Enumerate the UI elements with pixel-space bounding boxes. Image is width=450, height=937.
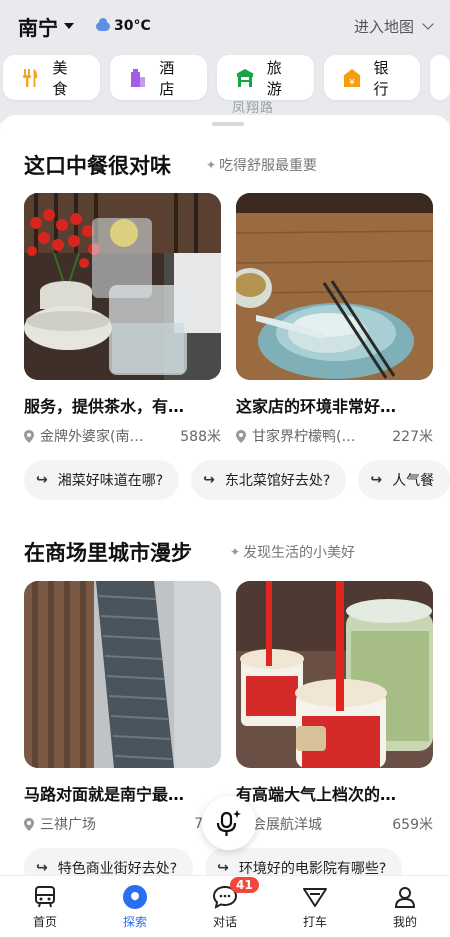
category-bar: 美食 酒店 旅游 ¥ 银行	[3, 55, 450, 100]
category-food[interactable]: 美食	[3, 55, 100, 100]
card-image	[236, 581, 433, 768]
nav-taxi[interactable]: 打车	[270, 876, 360, 937]
enter-map-label: 进入地图	[353, 17, 414, 36]
recommend-card[interactable]: 这家店的环境非常好… 甘家界柠檬鸭(… 227米	[236, 193, 433, 446]
card-title: 这家店的环境非常好…	[236, 397, 397, 416]
sparkle-icon: ✦	[230, 545, 241, 559]
cloud-icon	[96, 17, 110, 31]
recommend-card[interactable]: 服务，提供茶水，有… 金牌外婆家(南… 588米	[24, 193, 221, 446]
nav-label: 打车	[302, 914, 327, 929]
recommend-card[interactable]: 有高端大气上档次的… 会展航洋城 659米	[236, 581, 433, 834]
category-label: 美食	[52, 58, 68, 98]
quick-query-label: 人气餐	[392, 473, 435, 489]
card-title: 服务，提供茶水，有…	[24, 397, 185, 416]
gate-icon	[235, 68, 255, 88]
nav-label: 首页	[32, 914, 57, 929]
recommend-card[interactable]: 马路对面就是南宁最… 三祺广场 782	[24, 581, 221, 834]
profile-icon	[392, 884, 418, 910]
bottom-nav: 首页 探索 对话 41 打车 我的	[0, 875, 450, 937]
quick-query-chip[interactable]: ↪ 东北菜馆好去处?	[191, 460, 347, 500]
mic-sparkle-icon	[216, 810, 241, 836]
bank-icon: ¥	[342, 68, 362, 88]
card-place: 会展航洋城	[252, 817, 322, 833]
city-selector[interactable]: 南宁	[18, 12, 74, 41]
quick-query-chip[interactable]: ↪ 湘菜好味道在哪?	[24, 460, 180, 500]
card-place: 三祺广场	[40, 817, 96, 833]
section-subtitle: ✦ 吃得舒服最重要	[206, 155, 317, 175]
home-bus-icon	[32, 884, 58, 910]
card-meta: 会展航洋城 659米	[236, 814, 433, 834]
fork-knife-icon	[21, 68, 41, 88]
nav-profile[interactable]: 我的	[360, 876, 450, 937]
explore-sheet: 这口中餐很对味 ✦ 吃得舒服最重要 服务，提供茶水，有… 金牌外婆家(南… 58…	[0, 115, 450, 875]
category-hotel[interactable]: 酒店	[109, 55, 207, 100]
nav-label: 对话	[212, 914, 237, 929]
sheet-handle[interactable]	[212, 122, 244, 126]
card-place: 金牌外婆家(南…	[40, 429, 144, 445]
card-place: 甘家界柠檬鸭(…	[252, 429, 356, 445]
weather: 30°C	[96, 17, 151, 34]
section-title: 这口中餐很对味	[24, 154, 171, 178]
nav-chat[interactable]: 对话 41	[180, 876, 270, 937]
category-travel[interactable]: 旅游	[216, 55, 314, 100]
category-label: 旅游	[266, 58, 282, 98]
section-title: 在商场里城市漫步	[24, 541, 192, 565]
reply-arrow-icon: ↪	[203, 472, 215, 488]
quick-query-chip[interactable]: ↪ 人气餐	[358, 460, 450, 500]
card-title: 有高端大气上档次的…	[236, 785, 397, 804]
hotel-icon	[128, 68, 148, 88]
unread-badge: 41	[230, 877, 259, 893]
nav-label: 探索	[122, 914, 147, 929]
location-pin-icon	[236, 429, 246, 443]
top-header: 南宁 30°C 进入地图	[0, 0, 450, 52]
card-meta: 三祺广场 782	[24, 814, 221, 834]
voice-assistant-button[interactable]	[202, 796, 256, 850]
card-distance: 227米	[392, 429, 433, 445]
card-distance: 659米	[392, 817, 433, 833]
nav-label: 我的	[392, 914, 417, 929]
quick-query-label: 环境好的电影院有哪些?	[238, 861, 387, 875]
city-name: 南宁	[18, 15, 58, 40]
caret-down-icon	[64, 23, 74, 29]
card-image	[24, 193, 221, 380]
nav-explore[interactable]: 探索	[90, 876, 180, 937]
quick-query-chip[interactable]: ↪ 特色商业街好去处?	[24, 848, 194, 875]
section-subtitle-text: 吃得舒服最重要	[219, 158, 318, 174]
chevron-down-icon	[422, 18, 434, 30]
enter-map-button[interactable]: 进入地图	[353, 16, 434, 37]
reply-arrow-icon: ↪	[36, 472, 48, 488]
quick-query-label: 特色商业街好去处?	[57, 861, 178, 875]
card-meta: 金牌外婆家(南… 588米	[24, 426, 221, 446]
explore-pin-icon	[122, 884, 148, 910]
card-meta: 甘家界柠檬鸭(… 227米	[236, 426, 433, 446]
temperature: 30°C	[114, 18, 151, 34]
category-bank[interactable]: ¥ 银行	[323, 55, 421, 100]
section-subtitle: ✦ 发现生活的小美好	[230, 542, 355, 562]
sparkle-icon: ✦	[206, 158, 217, 172]
quick-query-row: ↪ 湘菜好味道在哪? ↪ 东北菜馆好去处? ↪ 人气餐	[24, 460, 450, 500]
quick-query-label: 东北菜馆好去处?	[224, 473, 331, 489]
svg-text:¥: ¥	[349, 78, 355, 88]
reply-arrow-icon: ↪	[217, 860, 229, 875]
reply-arrow-icon: ↪	[36, 860, 48, 875]
category-label: 酒店	[159, 58, 175, 98]
category-more[interactable]	[430, 55, 450, 100]
nav-home[interactable]: 首页	[0, 876, 90, 937]
quick-query-label: 湘菜好味道在哪?	[57, 473, 164, 489]
section-subtitle-text: 发现生活的小美好	[243, 545, 356, 561]
quick-query-row: ↪ 特色商业街好去处? ↪ 环境好的电影院有哪些?	[24, 848, 403, 875]
category-label: 银行	[373, 58, 389, 98]
card-distance: 588米	[180, 429, 221, 445]
location-pin-icon	[24, 817, 34, 831]
location-pin-icon	[24, 429, 34, 443]
card-title: 马路对面就是南宁最…	[24, 785, 185, 804]
taxi-icon	[302, 884, 328, 910]
quick-query-chip[interactable]: ↪ 环境好的电影院有哪些?	[205, 848, 403, 875]
card-image	[24, 581, 221, 768]
reply-arrow-icon: ↪	[370, 472, 383, 488]
card-image	[236, 193, 433, 380]
